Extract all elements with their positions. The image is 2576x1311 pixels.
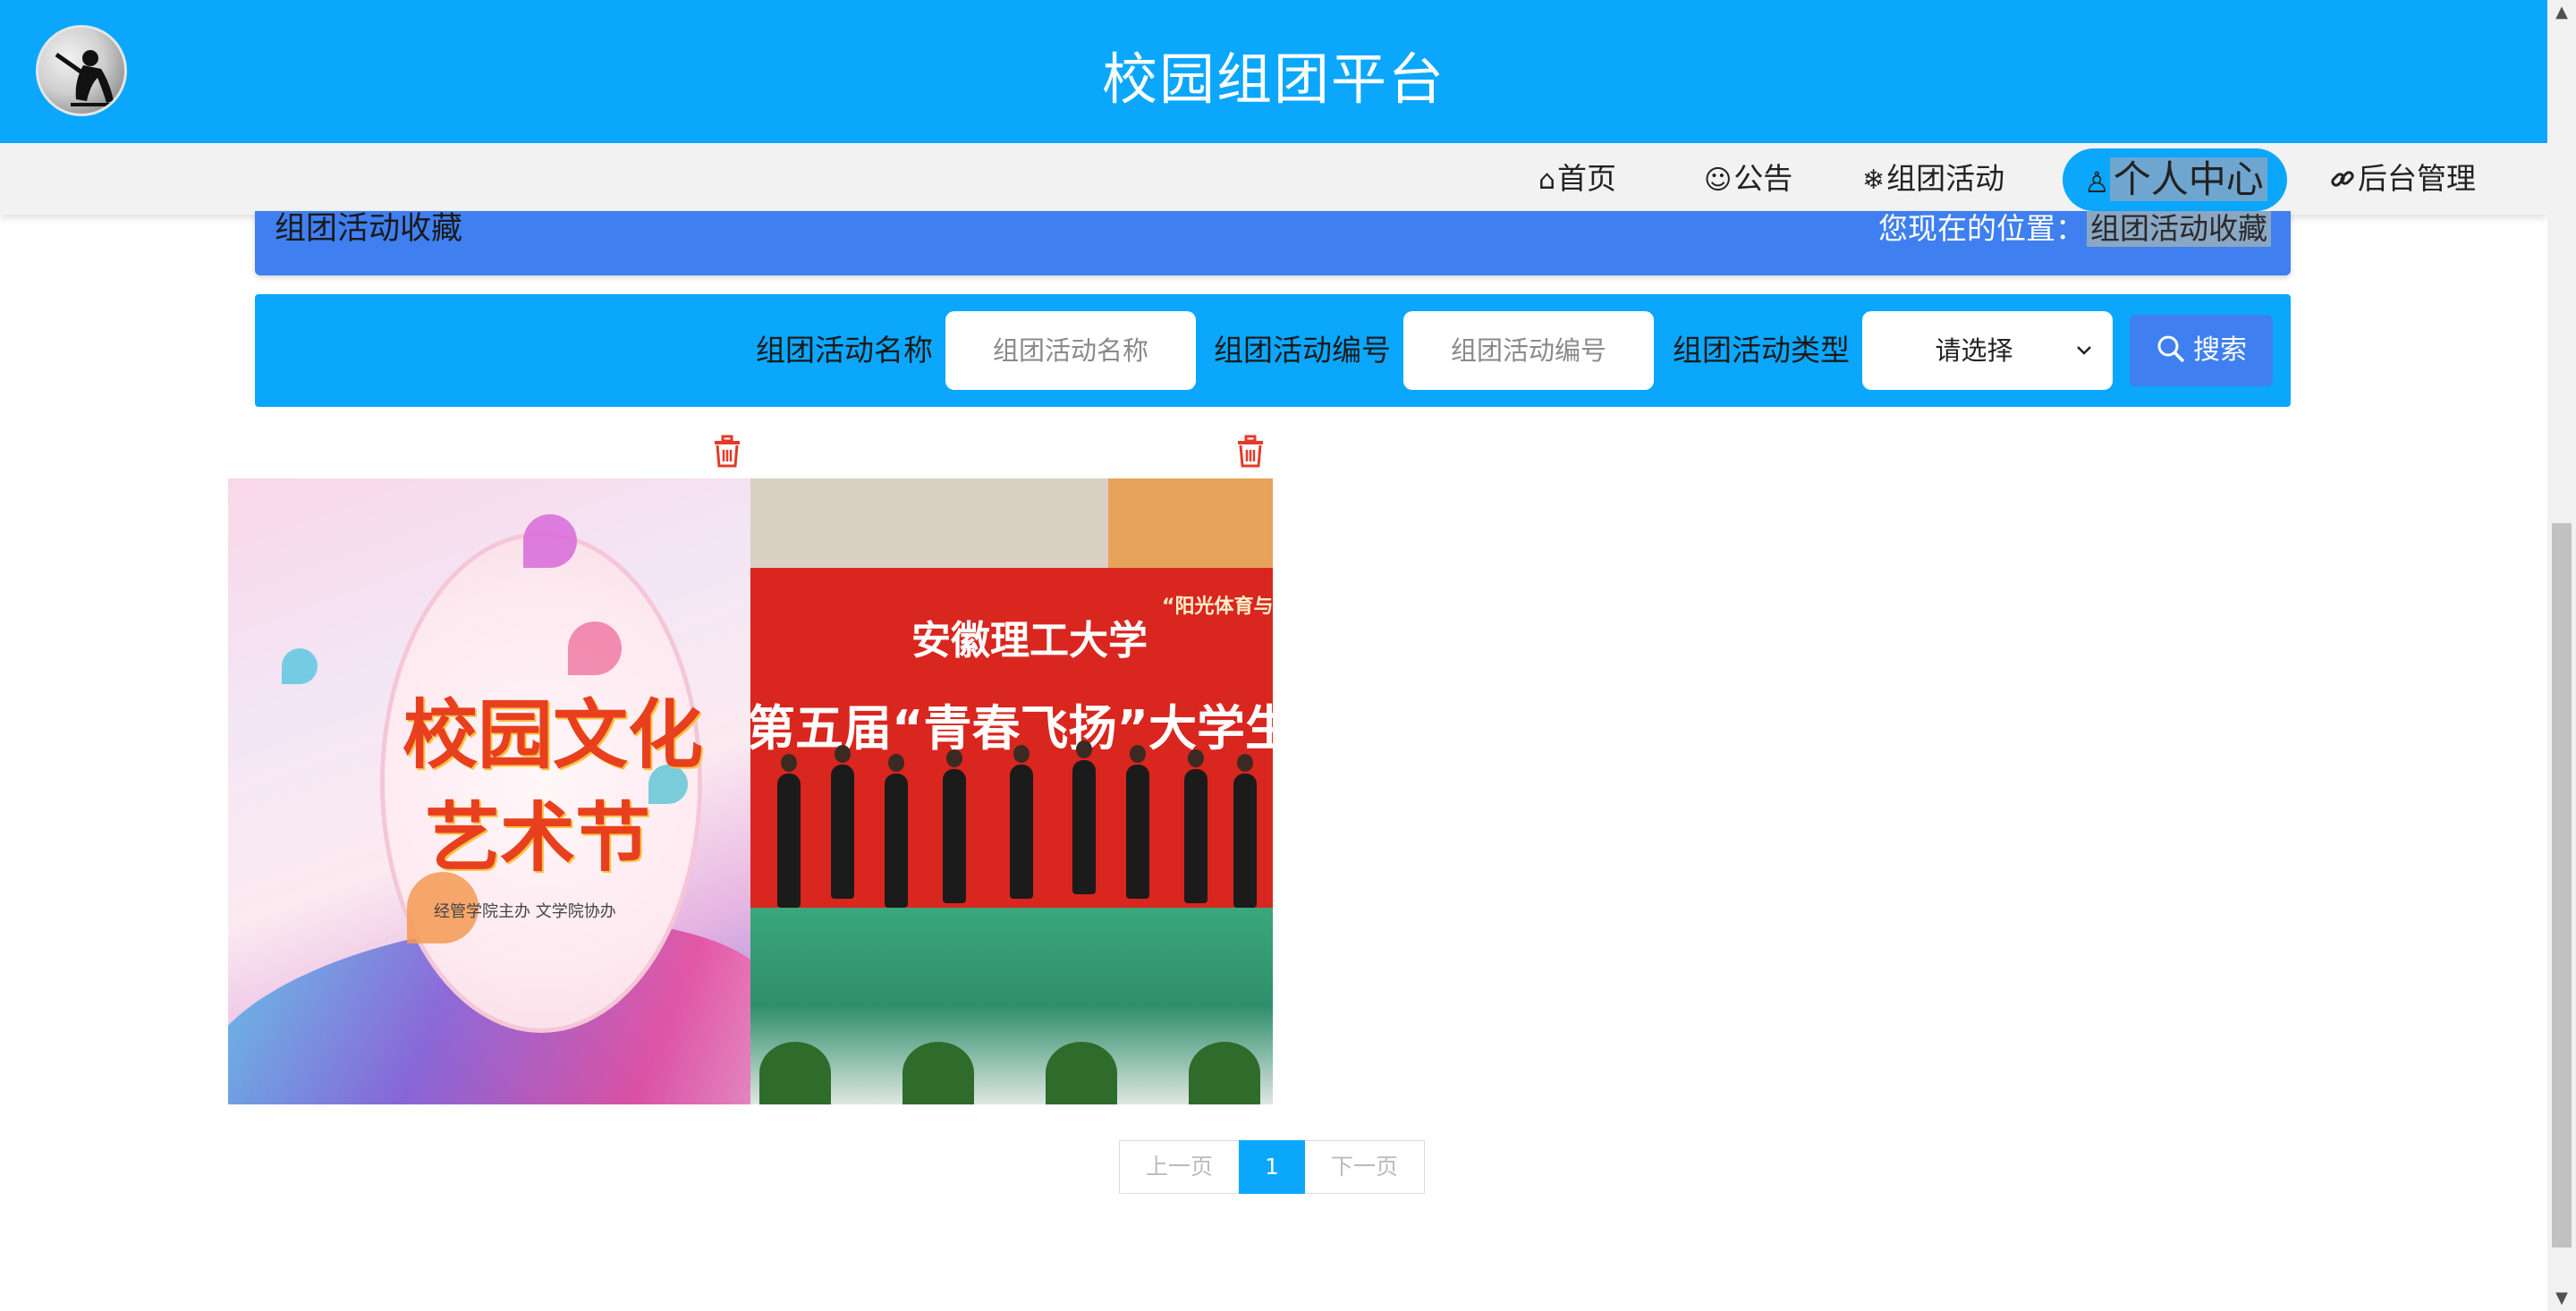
breadcrumb-current[interactable]: 组团活动收藏 — [2087, 211, 2271, 247]
dancer-figure — [1233, 754, 1257, 908]
dancer-figure — [943, 749, 966, 903]
nav-item-label: 个人中心 — [2109, 157, 2267, 201]
activity-code-label: 组团活动编号 — [1214, 333, 1391, 368]
nav-item-notice[interactable]: ☺公告 — [1704, 143, 1792, 215]
dancer-figure — [777, 754, 801, 908]
home-icon: ⌂ — [1538, 165, 1556, 196]
delete-favorite-1[interactable] — [711, 434, 743, 469]
scrollbar-thumb[interactable] — [2552, 523, 2572, 1248]
poster-title-line2: 艺术节 — [425, 793, 651, 882]
nav-item-label: 后台管理 — [2358, 161, 2476, 196]
trash-icon — [715, 435, 740, 468]
search-button[interactable]: 搜索 — [2130, 315, 2273, 386]
link-icon — [2329, 146, 2356, 217]
dancer-figure — [885, 754, 908, 908]
breadcrumb-location-label: 您现在的位置： — [1878, 211, 2085, 246]
nav-item-label: 公告 — [1733, 161, 1793, 196]
select-value: 请选择 — [1935, 335, 2013, 366]
search-button-label: 搜索 — [2193, 334, 2247, 366]
dancer-figure — [1010, 745, 1033, 899]
snowflake-icon: ❄ — [1862, 165, 1885, 196]
butterfly-icon — [282, 648, 318, 684]
activity-name-input[interactable] — [945, 311, 1196, 390]
delete-favorite-2[interactable] — [1234, 434, 1267, 469]
search-icon — [2156, 315, 2186, 386]
activity-name-label: 组团活动名称 — [756, 333, 933, 368]
activity-image-dance-competition[interactable]: 安徽理工大学 “阳光体育与奥运 第五届“青春飞扬”大学生舞蹈大 — [750, 478, 1273, 1104]
page-title: 组团活动收藏 — [275, 211, 463, 247]
site-title: 校园组团平台 — [1101, 47, 1445, 112]
nav-item-admin[interactable]: 后台管理 — [2329, 143, 2476, 215]
nav-item-personal-center[interactable]: ♙个人中心 — [2063, 148, 2287, 211]
butterfly-icon — [568, 622, 622, 675]
poster-subtext: 经管学院主办 文学院协办 — [434, 902, 616, 921]
next-page-button[interactable]: 下一页 — [1305, 1140, 1425, 1194]
scroll-down-arrow-icon[interactable]: ▼ — [2547, 1286, 2576, 1311]
search-panel: 组团活动名称 组团活动编号 组团活动类型 请选择 搜索 — [255, 294, 2291, 407]
activity-image-art-festival[interactable]: 校园文化 艺术节 经管学院主办 文学院协办 — [228, 478, 750, 1104]
activity-code-input[interactable] — [1403, 311, 1654, 390]
trash-icon — [1238, 435, 1263, 468]
chat-icon: ☺ — [1704, 165, 1733, 196]
butterfly-icon — [523, 514, 577, 568]
nav-item-home[interactable]: ⌂首页 — [1538, 143, 1616, 215]
page-number-current[interactable]: 1 — [1239, 1140, 1305, 1194]
main-nav: ⌂首页 ☺公告 ❄组团活动 ♙个人中心 后台管理 — [0, 143, 2547, 215]
breadcrumb-bar: 组团活动收藏 您现在的位置： 组团活动收藏 — [255, 211, 2291, 275]
user-icon: ♙ — [2084, 165, 2110, 199]
photo-university-text: 安徽理工大学 — [911, 618, 1148, 664]
vertical-scrollbar[interactable]: ▲ ▼ — [2547, 0, 2576, 1311]
dancer-figure — [1072, 740, 1096, 894]
prev-page-button[interactable]: 上一页 — [1119, 1140, 1239, 1194]
dancer-figure — [1126, 745, 1149, 899]
nav-item-label: 组团活动 — [1886, 161, 2005, 196]
nav-item-group-activities[interactable]: ❄组团活动 — [1862, 143, 2004, 215]
pagination: 上一页 1 下一页 — [1119, 1140, 1425, 1194]
chevron-down-icon — [2075, 311, 2093, 422]
dancer-figure — [831, 745, 854, 899]
scroll-up-arrow-icon[interactable]: ▲ — [2547, 0, 2576, 25]
page: 校园组团平台 ⌂首页 ☺公告 ❄组团活动 ♙个人中心 后台管理 组团活动收藏 您… — [0, 0, 2547, 1311]
nav-item-label: 首页 — [1557, 161, 1617, 196]
poster-title-line1: 校园文化 — [402, 690, 704, 779]
top-header: 校园组团平台 — [0, 0, 2547, 143]
activity-type-label: 组团活动类型 — [1673, 333, 1850, 368]
photo-tag-text: “阳光体育与奥运 — [1162, 596, 1273, 618]
activity-type-select[interactable]: 请选择 — [1862, 311, 2113, 390]
dancer-figure — [1184, 749, 1208, 903]
